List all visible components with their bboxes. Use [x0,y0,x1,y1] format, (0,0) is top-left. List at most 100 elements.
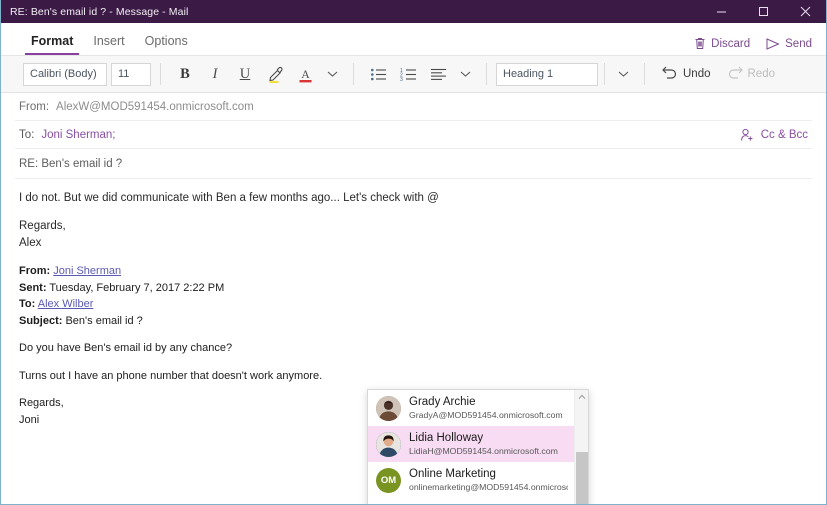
mention-name: Online Marketing [409,468,496,481]
from-field[interactable]: From: AlexW@MOD591454.onmicrosoft.com [15,93,812,121]
to-field[interactable]: To: Joni Sherman; Cc & Bcc [15,121,812,149]
tab-format[interactable]: Format [21,34,83,55]
compose-header-fields: From: AlexW@MOD591454.onmicrosoft.com To… [1,93,826,179]
avatar [376,431,401,457]
list-item[interactable]: Grady Archie GradyA@MOD591454.onmicrosof… [368,390,574,426]
svg-text:3: 3 [400,77,403,82]
font-more-chevron-down-icon[interactable] [320,61,344,87]
highlighter-icon[interactable] [260,61,290,87]
mail-compose-window: RE: Ben's email id ? - Message - Mail Fo… [0,0,827,505]
undo-redo-group: Undo Redo [654,56,783,92]
underline-button[interactable]: U [230,61,260,87]
redo-icon [727,66,743,82]
ribbon-divider [644,63,645,85]
subject-value: RE: Ben's email id ? [19,157,123,170]
body-signoff-2: Alex [19,237,42,250]
mention-item-text: Lidia Holloway LidiaH@MOD591454.onmicros… [409,432,558,455]
title-bar: RE: Ben's email id ? - Message - Mail [1,0,826,23]
scrollbar-thumb[interactable] [576,452,588,504]
maximize-icon[interactable] [742,0,784,23]
avatar [376,503,401,504]
body-signoff-1: Regards, [19,220,66,233]
undo-icon [662,66,678,82]
tab-options[interactable]: Options [135,34,198,55]
redo-label: Redo [747,68,776,80]
quoted-sent-value: Tuesday, February 7, 2017 2:22 PM [49,281,225,294]
avatar: OM [376,467,401,493]
cc-bcc-button[interactable]: Cc & Bcc [740,128,808,142]
list-item[interactable]: Lidia Holloway LidiaH@MOD591454.onmicros… [368,426,574,462]
body-line: I do not. But we did communicate with Be… [19,192,439,204]
from-value: AlexW@MOD591454.onmicrosoft.com [56,100,254,113]
numbered-list-icon[interactable]: 1 2 3 [393,61,423,87]
tab-bar-actions: Discard Send [694,37,826,55]
message-body-area[interactable]: I do not. But we did communicate with Be… [1,179,826,504]
font-color-icon[interactable]: A [290,61,320,87]
undo-label: Undo [683,68,711,80]
window-title: RE: Ben's email id ? - Message - Mail [10,5,189,18]
align-left-icon[interactable] [423,61,453,87]
to-label: To: [19,128,35,141]
mention-item-text: Grady Archie GradyA@MOD591454.onmicrosof… [409,396,563,419]
window-controls [700,0,826,23]
quoted-from-value[interactable]: Joni Sherman [53,265,121,277]
quoted-from-row: From: Joni Sherman [19,263,808,280]
scrollbar[interactable] [574,390,588,504]
subject-field[interactable]: RE: Ben's email id ? [15,149,812,179]
mention-email: onlinemarketing@MOD591454.onmicroso. [409,481,568,492]
list-item[interactable]: OM Online Marketing onlinemarketing@MOD5… [368,462,574,498]
send-button[interactable]: Send [766,38,812,50]
avatar-initials: OM [380,474,397,486]
ribbon-divider [160,63,161,85]
quoted-sent-row: Sent: Tuesday, February 7, 2017 2:22 PM [19,280,808,297]
quoted-line-2: Turns out I have an phone number that do… [19,369,323,382]
cc-bcc-label: Cc & Bcc [760,128,808,141]
mention-item-text: Online Marketing onlinemarketing@MOD5914… [409,468,568,491]
ribbon-tab-bar: Format Insert Options Discard Send [1,23,826,55]
tab-insert[interactable]: Insert [83,34,134,55]
quoted-subject-row: Subject: Ben's email id ? [19,313,808,330]
to-recipient[interactable]: Joni Sherman; [41,129,115,141]
ribbon-divider [353,63,354,85]
quoted-to-row: To: Alex Wilber [19,296,808,313]
chevron-up-icon[interactable] [578,390,586,403]
send-icon [766,37,780,50]
mention-list: Grady Archie GradyA@MOD591454.onmicrosof… [368,390,574,504]
quoted-line-1: Do you have Ben's email id by any chance… [19,342,233,355]
add-person-icon [740,128,754,142]
formatting-ribbon: Calibri (Body) 11 B I U A 1 2 3 Heading … [1,55,826,93]
quoted-to-value[interactable]: Alex Wilber [38,298,94,310]
bold-button[interactable]: B [170,61,200,87]
paragraph-style-select[interactable]: Heading 1 [496,62,598,86]
trash-icon [694,37,706,50]
mention-name: Grady Archie [409,396,476,409]
quoted-sent-label: Sent: [19,281,47,294]
send-label: Send [785,37,812,50]
mention-email: LidiaH@MOD591454.onmicrosoft.com [409,445,558,456]
undo-button[interactable]: Undo [654,61,719,87]
bulleted-list-icon[interactable] [363,61,393,87]
italic-button[interactable]: I [200,61,230,87]
font-size-input[interactable]: 11 [111,62,151,86]
paragraph-more-chevron-down-icon[interactable] [453,61,477,87]
mention-people-dropdown[interactable]: Grady Archie GradyA@MOD591454.onmicrosof… [367,389,589,504]
ribbon-divider [604,63,605,85]
font-group: Calibri (Body) 11 [11,56,151,92]
redo-button: Redo [719,61,784,87]
font-name-input[interactable]: Calibri (Body) [23,62,107,86]
avatar [376,395,401,421]
mention-email: GradyA@MOD591454.onmicrosoft.com [409,409,563,420]
ribbon-divider [486,63,487,85]
minimize-icon[interactable] [700,0,742,23]
mention-name: Lidia Holloway [409,432,484,445]
quoted-to-label: To: [19,298,36,311]
style-more-chevron-down-icon[interactable] [611,61,635,87]
close-icon[interactable] [784,0,826,23]
list-item[interactable]: Pradeep Gupta PradeepG@MOD591454.onmicro… [368,498,574,504]
quoted-from-label: From: [19,265,51,278]
quoted-subject-label: Subject: [19,314,63,327]
discard-label: Discard [711,37,751,50]
svg-text:A: A [301,69,310,81]
quoted-subject-value: Ben's email id ? [65,314,143,327]
discard-button[interactable]: Discard [694,37,750,50]
